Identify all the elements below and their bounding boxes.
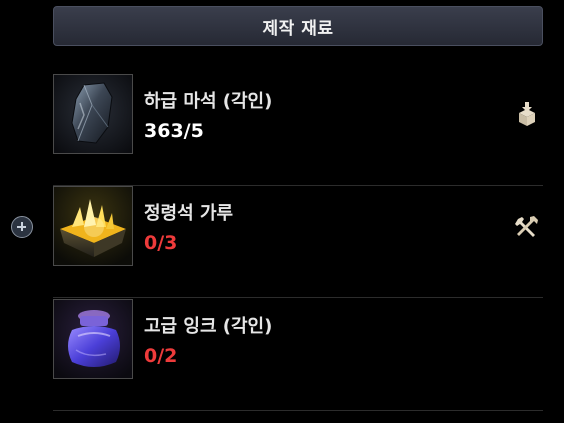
add-plus-circle-icon[interactable]: [11, 216, 33, 238]
storage-retrieve-icon[interactable]: [513, 101, 541, 129]
ink-jar-icon: [53, 299, 133, 379]
dark-crystal-icon: [53, 74, 133, 154]
craft-tools-icon[interactable]: [513, 213, 541, 241]
material-row-high-grade-ink: 고급 잉크 (각인) 0/2: [53, 299, 543, 411]
panel-title: 제작 재료: [53, 6, 543, 46]
material-row-spirit-stone-powder: 정령석 가루 0/3: [53, 186, 543, 298]
material-row-lower-magic-stone: 하급 마석 (각인) 363/5: [53, 74, 543, 186]
material-quantity: 363/5: [144, 120, 204, 142]
material-name: 하급 마석 (각인): [144, 91, 273, 112]
material-quantity: 0/2: [144, 345, 178, 367]
material-quantity: 0/3: [144, 232, 178, 254]
crafting-materials-panel: 제작 재료 하급 마석 (각인) 363/5 정령석 가루 0/3 고급 잉크 …: [53, 6, 543, 411]
spirit-stone-powder-icon: [53, 186, 133, 266]
material-name: 정령석 가루: [144, 203, 234, 224]
material-name: 고급 잉크 (각인): [144, 316, 273, 337]
